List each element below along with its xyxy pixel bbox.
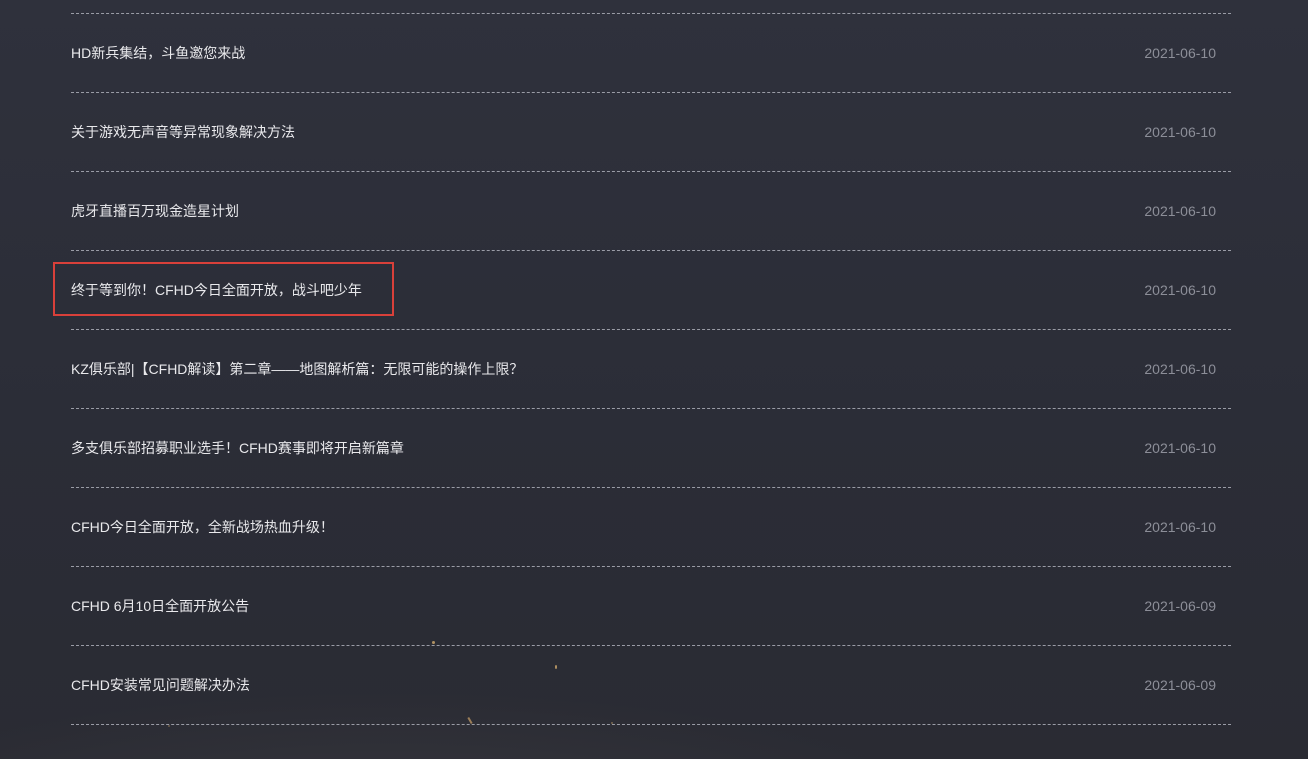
news-date: 2021-06-09 bbox=[1144, 598, 1216, 614]
news-item[interactable]: 多支俱乐部招募职业选手！CFHD赛事即将开启新篇章 2021-06-10 bbox=[71, 409, 1231, 488]
news-title-link[interactable]: CFHD安装常见问题解决办法 bbox=[71, 675, 250, 695]
news-item[interactable]: KZ俱乐部|【CFHD解读】第二章——地图解析篇：无限可能的操作上限？ 2021… bbox=[71, 330, 1231, 409]
news-item[interactable]: 关于游戏无声音等异常现象解决方法 2021-06-10 bbox=[71, 93, 1231, 172]
news-title-link[interactable]: 多支俱乐部招募职业选手！CFHD赛事即将开启新篇章 bbox=[71, 438, 404, 458]
news-date: 2021-06-10 bbox=[1144, 124, 1216, 140]
news-date: 2021-06-10 bbox=[1144, 361, 1216, 377]
news-item[interactable]: CFHD 6月10日全面开放公告 2021-06-09 bbox=[71, 567, 1231, 646]
news-title-link[interactable]: KZ俱乐部|【CFHD解读】第二章——地图解析篇：无限可能的操作上限？ bbox=[71, 359, 523, 379]
news-title-link[interactable]: HD新兵集结，斗鱼邀您来战 bbox=[71, 43, 245, 63]
news-item[interactable]: CFHD今日全面开放，全新战场热血升级！ 2021-06-10 bbox=[71, 488, 1231, 567]
news-list: HD新兵集结，斗鱼邀您来战 2021-06-10 关于游戏无声音等异常现象解决方… bbox=[71, 13, 1231, 725]
ember-particle bbox=[555, 665, 557, 669]
news-date: 2021-06-09 bbox=[1144, 677, 1216, 693]
news-date: 2021-06-10 bbox=[1144, 440, 1216, 456]
news-item[interactable]: 虎牙直播百万现金造星计划 2021-06-10 bbox=[71, 172, 1231, 251]
news-item[interactable]: CFHD安装常见问题解决办法 2021-06-09 bbox=[71, 646, 1231, 725]
news-title-link[interactable]: 关于游戏无声音等异常现象解决方法 bbox=[71, 122, 295, 142]
news-date: 2021-06-10 bbox=[1144, 282, 1216, 298]
news-item-highlighted[interactable]: 终于等到你！CFHD今日全面开放，战斗吧少年 2021-06-10 bbox=[71, 251, 1231, 330]
ember-particle bbox=[168, 725, 170, 727]
news-date: 2021-06-10 bbox=[1144, 203, 1216, 219]
news-date: 2021-06-10 bbox=[1144, 45, 1216, 61]
news-date: 2021-06-10 bbox=[1144, 519, 1216, 535]
news-title-link[interactable]: 虎牙直播百万现金造星计划 bbox=[71, 201, 239, 221]
news-title-link[interactable]: CFHD 6月10日全面开放公告 bbox=[71, 596, 249, 616]
news-title-link[interactable]: 终于等到你！CFHD今日全面开放，战斗吧少年 bbox=[71, 280, 362, 300]
ember-particle bbox=[432, 641, 435, 644]
news-item[interactable]: HD新兵集结，斗鱼邀您来战 2021-06-10 bbox=[71, 14, 1231, 93]
ember-particle bbox=[611, 722, 613, 724]
news-title-link[interactable]: CFHD今日全面开放，全新战场热血升级！ bbox=[71, 517, 334, 537]
